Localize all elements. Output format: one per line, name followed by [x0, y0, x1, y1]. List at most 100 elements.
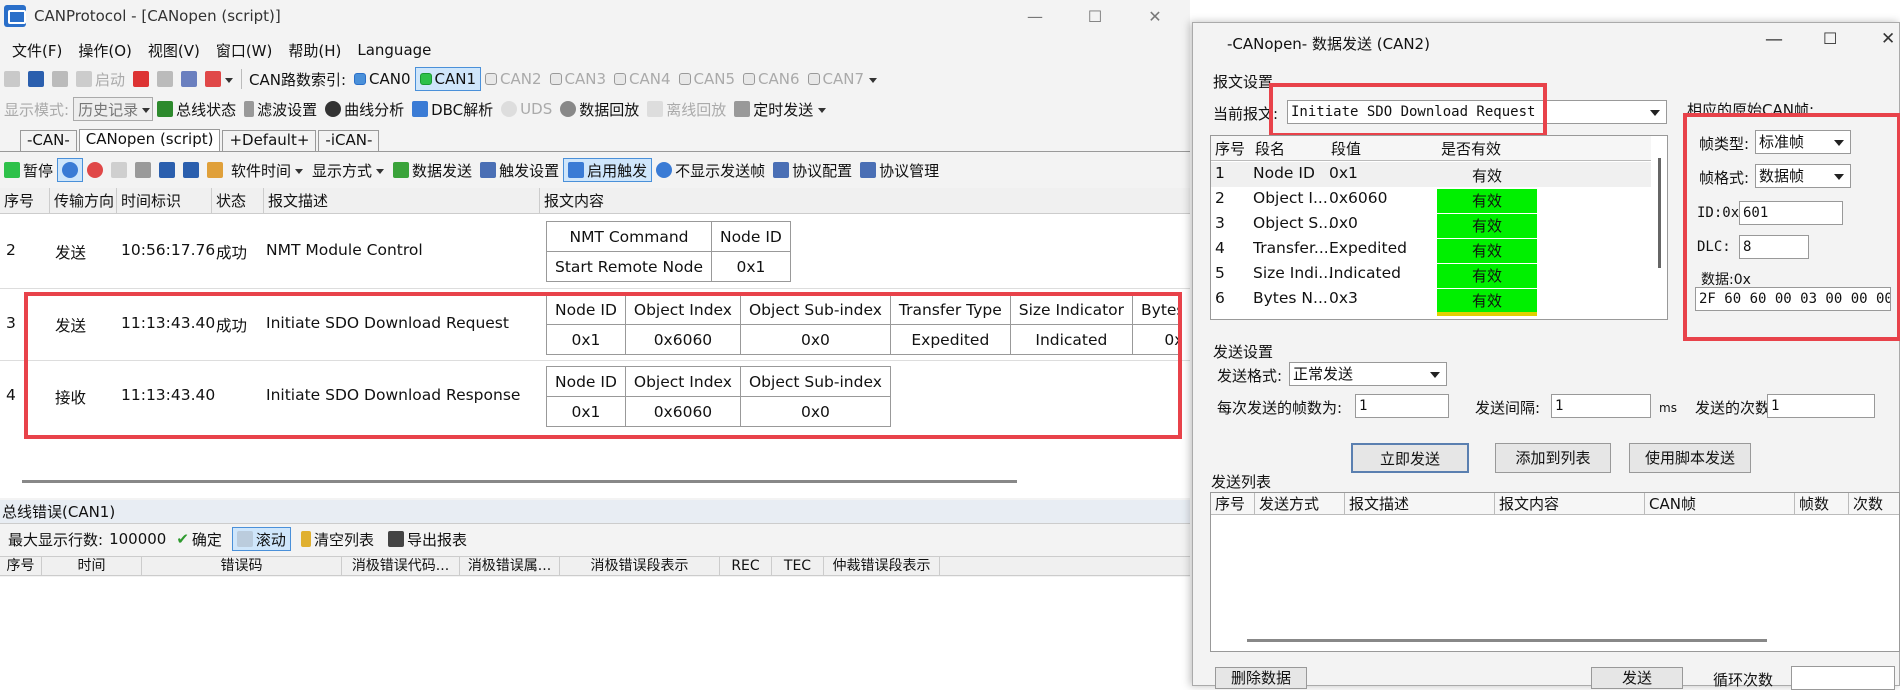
err-col[interactable]: 错误码: [142, 557, 342, 576]
filter-button[interactable]: 滤波设置: [240, 97, 321, 121]
channel-can2[interactable]: CAN2: [481, 67, 546, 91]
clear-button[interactable]: [153, 67, 177, 91]
channel-can6[interactable]: CAN6: [739, 67, 804, 91]
list-col[interactable]: 帧数: [1795, 493, 1849, 515]
dialog-maximize-button[interactable]: ☐: [1823, 29, 1837, 48]
copy-button[interactable]: [177, 67, 201, 91]
err-col[interactable]: TEC: [772, 557, 824, 576]
bus-status-button[interactable]: 总线状态: [153, 97, 240, 121]
enable-trigger-button[interactable]: 启用触发: [563, 158, 653, 182]
export-report-button[interactable]: 导出报表: [384, 527, 471, 551]
package-button[interactable]: [203, 158, 227, 182]
add-to-list-button[interactable]: 添加到列表: [1495, 443, 1611, 473]
err-col[interactable]: 时间: [42, 557, 142, 576]
menu-window[interactable]: 窗口(W): [216, 40, 273, 61]
col-no[interactable]: 序号: [0, 188, 50, 214]
err-col[interactable]: 序号: [0, 557, 42, 576]
copy-button[interactable]: [107, 158, 131, 182]
field-row[interactable]: 2 Object I... 0x6060 有效: [1211, 187, 1651, 213]
col-status[interactable]: 状态: [212, 188, 264, 214]
delete-button[interactable]: [201, 67, 238, 91]
tool-button[interactable]: [48, 67, 72, 91]
monitor-toggle[interactable]: [57, 158, 84, 182]
field-row[interactable]: 1 Node ID 0x1 有效: [1211, 162, 1651, 187]
offline-replay-button[interactable]: 离线回放: [643, 97, 730, 121]
tab-canopen-script[interactable]: CANopen (script): [78, 129, 221, 151]
col-description[interactable]: 报文描述: [264, 188, 540, 214]
channel-can4[interactable]: CAN4: [610, 67, 675, 91]
col-direction[interactable]: 传输方向: [50, 188, 117, 214]
send-list-scrollbar[interactable]: [1247, 639, 1767, 642]
tab-can[interactable]: -CAN-: [20, 130, 77, 151]
display-style-menu[interactable]: 显示方式: [308, 158, 389, 182]
list-col[interactable]: 报文描述: [1345, 493, 1495, 515]
display-mode-select[interactable]: 历史记录: [73, 97, 154, 121]
field-row[interactable]: 3 Object S... 0x0 有效: [1211, 212, 1651, 238]
clear-list-button[interactable]: 清空列表: [297, 527, 378, 551]
list-col[interactable]: 序号: [1211, 493, 1255, 515]
count-field[interactable]: 1: [1767, 394, 1875, 418]
list-col[interactable]: 次数: [1849, 493, 1899, 515]
uds-button[interactable]: UDS: [497, 97, 556, 121]
err-col[interactable]: REC: [720, 557, 772, 576]
send-format-select[interactable]: 正常发送: [1289, 362, 1447, 386]
save-button[interactable]: [24, 67, 48, 91]
field-row[interactable]: 4 Transfer... Expedited 有效: [1211, 237, 1651, 263]
timed-send-button[interactable]: 定时发送: [730, 97, 817, 121]
script-send-button[interactable]: 使用脚本发送: [1629, 443, 1751, 473]
menu-view[interactable]: 视图(V): [148, 40, 200, 61]
list-col[interactable]: 发送方式: [1255, 493, 1345, 515]
dropdown-icon[interactable]: [817, 100, 827, 118]
tab-default[interactable]: +Default+: [222, 130, 317, 151]
frames-per-field[interactable]: 1: [1355, 394, 1449, 418]
paste-button[interactable]: [131, 158, 155, 182]
err-col[interactable]: 消极错误段表示: [560, 557, 720, 576]
col-content[interactable]: 报文内容: [540, 188, 1190, 214]
record-button[interactable]: [83, 158, 107, 182]
start-button[interactable]: 启动: [72, 67, 129, 91]
dropdown-icon[interactable]: [868, 70, 878, 88]
dbc-button[interactable]: DBC解析: [408, 97, 497, 121]
loop-count-field[interactable]: [1791, 666, 1895, 690]
field-table-scrollbar[interactable]: [1658, 158, 1661, 268]
err-col[interactable]: 消极错误属...: [460, 557, 560, 576]
channel-can5[interactable]: CAN5: [675, 67, 740, 91]
menu-language[interactable]: Language: [357, 41, 431, 59]
hide-send-button[interactable]: 不显示发送帧: [652, 158, 769, 182]
interval-field[interactable]: 1: [1551, 394, 1651, 418]
data-send-button[interactable]: 数据发送: [389, 158, 476, 182]
channel-can7[interactable]: CAN7: [804, 67, 869, 91]
dialog-minimize-button[interactable]: —: [1765, 29, 1783, 50]
confirm-button[interactable]: ✔ 确定: [172, 527, 226, 551]
channel-can1[interactable]: CAN1: [414, 67, 482, 91]
max-rows-value[interactable]: 100000: [109, 530, 166, 548]
list-col[interactable]: CAN帧: [1645, 493, 1795, 515]
channel-can3[interactable]: CAN3: [546, 67, 611, 91]
horizontal-scrollbar[interactable]: [22, 480, 1017, 483]
export-button[interactable]: [179, 158, 203, 182]
replay-button[interactable]: 数据回放: [556, 97, 643, 121]
maximize-button[interactable]: ☐: [1065, 0, 1125, 32]
field-row[interactable]: 6 Bytes N... 0x3 有效: [1211, 287, 1651, 313]
field-row[interactable]: 5 Size Indi... Indicated 有效: [1211, 262, 1651, 288]
save-log-button[interactable]: [155, 158, 179, 182]
err-col[interactable]: 消极错误代码...: [342, 557, 460, 576]
col-time[interactable]: 时间标识: [117, 188, 212, 214]
minimize-button[interactable]: —: [1005, 0, 1065, 32]
close-button[interactable]: ✕: [1125, 0, 1185, 32]
tab-ican[interactable]: -iCAN-: [318, 130, 380, 151]
send-now-button[interactable]: 立即发送: [1351, 443, 1469, 473]
menu-file[interactable]: 文件(F): [12, 40, 62, 61]
open-button[interactable]: [0, 67, 24, 91]
channel-can0[interactable]: CAN0: [350, 67, 415, 91]
pause-button[interactable]: 暂停: [0, 158, 57, 182]
scroll-toggle[interactable]: 滚动: [231, 527, 291, 551]
protocol-manage-button[interactable]: 协议管理: [856, 158, 943, 182]
software-time-menu[interactable]: 软件时间: [227, 158, 308, 182]
stop-button[interactable]: [129, 67, 153, 91]
err-col[interactable]: 仲裁错误段表示: [824, 557, 940, 576]
curve-button[interactable]: 曲线分析: [321, 97, 408, 121]
dialog-close-button[interactable]: ✕: [1881, 29, 1895, 49]
menu-operation[interactable]: 操作(O): [78, 40, 132, 61]
menu-help[interactable]: 帮助(H): [288, 40, 341, 61]
